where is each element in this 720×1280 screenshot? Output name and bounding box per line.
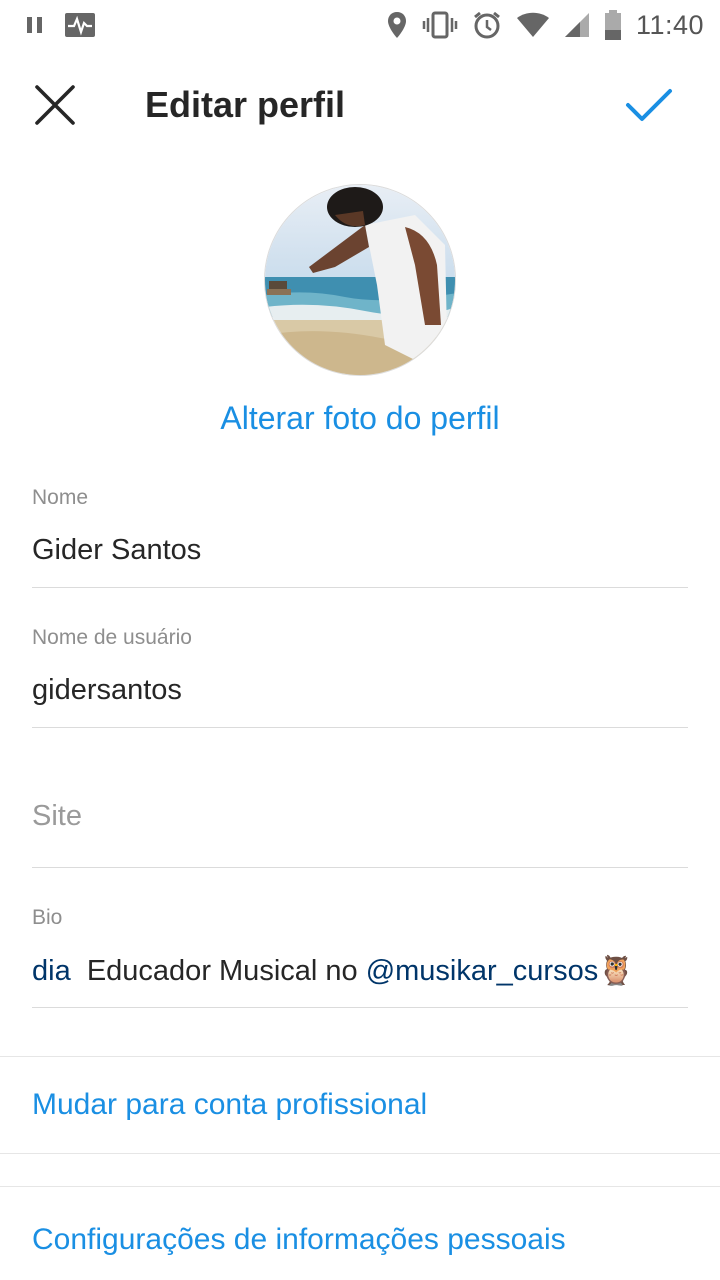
alarm-icon	[472, 10, 502, 40]
vibrate-icon	[422, 11, 458, 39]
name-field[interactable]: Nome Gider Santos	[32, 478, 688, 588]
close-button[interactable]	[30, 82, 80, 132]
wifi-icon	[516, 12, 550, 38]
bio-label: Bio	[32, 906, 63, 929]
site-field[interactable]: Site	[32, 758, 688, 868]
location-icon	[386, 11, 408, 39]
done-button[interactable]	[622, 80, 676, 134]
bio-text: Educador Musical no	[86, 955, 366, 987]
bio-prefix-text: dia	[32, 955, 71, 987]
personal-info-settings-link[interactable]: Configurações de informações pessoais	[32, 1223, 566, 1257]
username-input[interactable]: gidersantos	[32, 674, 182, 707]
name-input[interactable]: Gider Santos	[32, 534, 201, 567]
bio-input[interactable]: dia Educador Musical no @musikar_cursos🦉	[32, 954, 688, 988]
change-photo-link[interactable]: Alterar foto do perfil	[0, 400, 720, 437]
page-title: Editar perfil	[145, 84, 346, 125]
profile-photo[interactable]	[264, 184, 456, 376]
top-app-bar: Editar perfil	[0, 60, 720, 152]
username-label: Nome de usuário	[32, 626, 192, 649]
status-time: 11:40	[635, 9, 704, 40]
owl-emoji-icon: 🦉	[598, 955, 635, 987]
activity-icon	[64, 12, 96, 38]
username-field[interactable]: Nome de usuário gidersantos	[32, 618, 688, 728]
switch-professional-link[interactable]: Mudar para conta profissional	[32, 1088, 427, 1122]
bio-field[interactable]: Bio dia Educador Musical no @musikar_cur…	[32, 898, 688, 1008]
section-divider	[0, 1056, 720, 1057]
pause-icon	[24, 14, 46, 36]
section-divider	[0, 1153, 720, 1154]
bio-mention: @musikar_cursos	[365, 955, 599, 987]
section-divider	[0, 1186, 720, 1187]
status-bar: 11:40	[0, 0, 720, 50]
close-icon	[33, 83, 77, 132]
beach-photo	[265, 185, 455, 375]
battery-icon	[604, 10, 622, 40]
name-label: Nome	[32, 486, 89, 509]
checkmark-icon	[625, 86, 673, 129]
site-input[interactable]: Site	[32, 800, 82, 833]
signal-icon	[564, 12, 590, 38]
